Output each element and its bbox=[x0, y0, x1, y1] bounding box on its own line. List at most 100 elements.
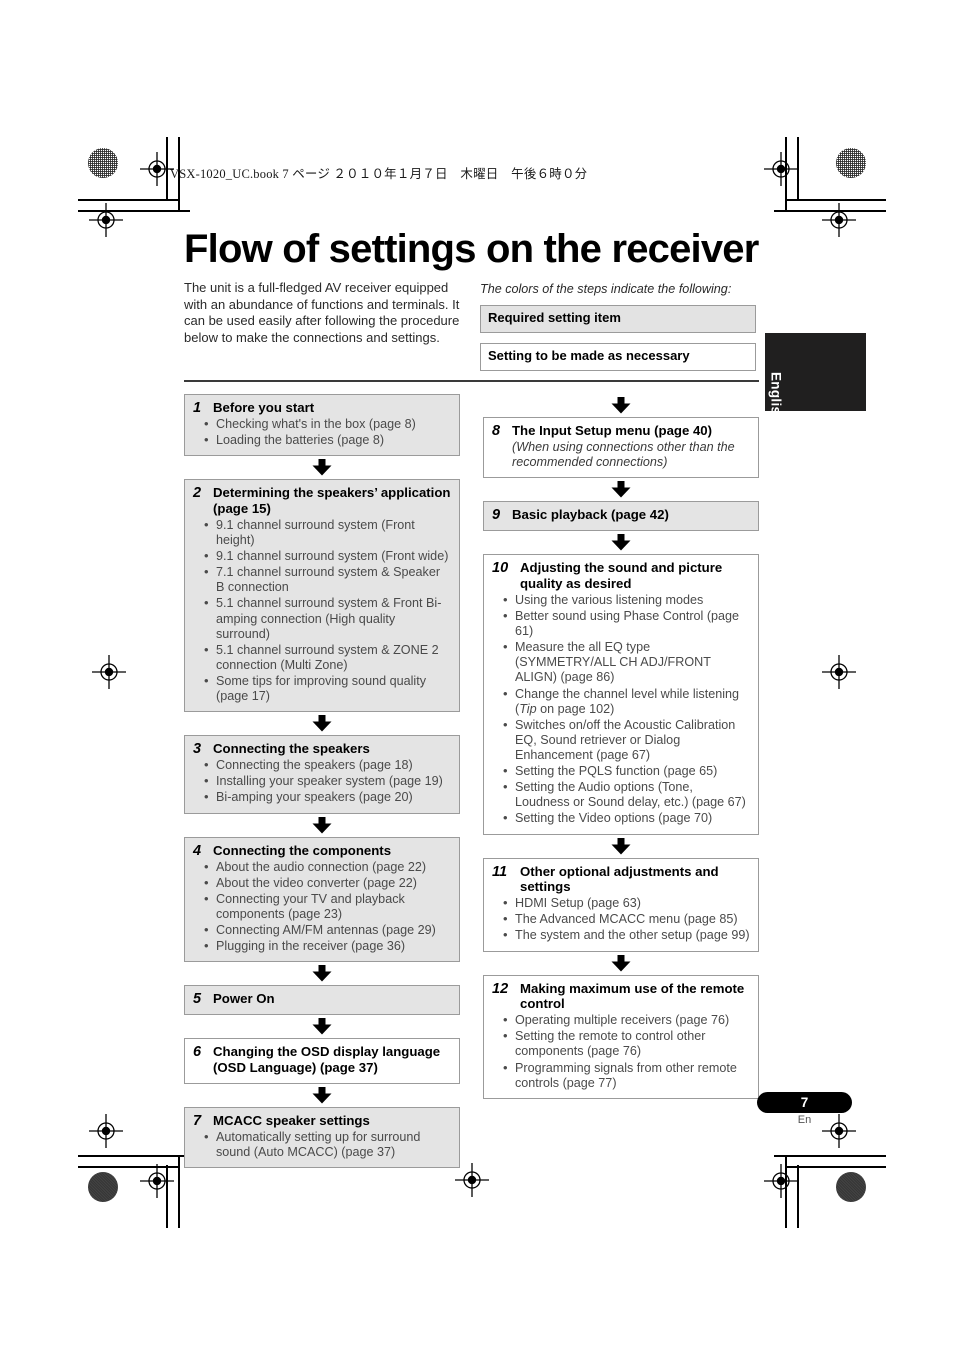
arrow-down-icon bbox=[312, 816, 332, 834]
crop-mark-bottom-left-h1 bbox=[78, 1155, 190, 1157]
step-header: 4 Connecting the components bbox=[193, 843, 451, 859]
crop-mark-bottom-right-h1 bbox=[774, 1155, 886, 1157]
crop-mark-top-right-h1 bbox=[786, 199, 886, 201]
flow-arrow-down bbox=[184, 965, 460, 982]
step-list-item: About the video converter (page 22) bbox=[203, 875, 451, 891]
halftone-patch-bottom-left bbox=[88, 1172, 118, 1202]
section-divider-rule bbox=[184, 380, 759, 382]
step-list-item: Switches on/off the Acoustic Calibration… bbox=[502, 717, 750, 763]
step-list-item: Setting the Audio options (Tone, Loudnes… bbox=[502, 779, 750, 810]
flow-arrow-down bbox=[483, 534, 759, 551]
step-item-list: HDMI Setup (page 63)The Advanced MCACC m… bbox=[492, 895, 750, 943]
step-title: Before you start bbox=[213, 400, 315, 415]
step-item-list: 9.1 channel surround system (Front heigh… bbox=[193, 517, 451, 704]
step-list-item: Better sound using Phase Control (page 6… bbox=[502, 608, 750, 639]
step-title: Connecting the speakers bbox=[213, 741, 370, 757]
step-title: Basic playback (page 42) bbox=[512, 507, 669, 523]
page-language-code: En bbox=[797, 1114, 812, 1126]
halftone-patch-bottom-right bbox=[836, 1172, 866, 1202]
step-list-item: Loading the batteries (page 8) bbox=[203, 432, 451, 448]
page-content: Flow of settings on the receiver The uni… bbox=[184, 228, 759, 381]
step-header: 2 Determining the speakers’ application (… bbox=[193, 485, 451, 517]
step-list-item: Checking what's in the box (page 8) bbox=[203, 416, 451, 432]
registration-mark-top-right-inner bbox=[822, 203, 856, 237]
step-box-6-changing-the-osd-display-language-osd-langua: 6 Changing the OSD display language (OSD … bbox=[184, 1038, 460, 1084]
step-item-list: About the audio connection (page 22)Abou… bbox=[193, 859, 451, 955]
flow-arrow-down bbox=[483, 837, 759, 855]
step-number: 5 bbox=[193, 991, 202, 1008]
step-item-list: Using the various listening modesBetter … bbox=[492, 592, 750, 827]
language-tab-label: English bbox=[768, 372, 784, 423]
legend-caption: The colors of the steps indicate the fol… bbox=[480, 282, 732, 296]
registration-mark-top-left-inner bbox=[89, 203, 123, 237]
step-list-item: Setting the PQLS function (page 65) bbox=[502, 763, 750, 779]
step-title: Adjusting the sound and picture quality … bbox=[520, 560, 723, 592]
registration-mark-mid-left bbox=[92, 655, 126, 689]
registration-mark-top-right-outer bbox=[764, 152, 798, 186]
halftone-patch-top-right bbox=[836, 148, 866, 178]
registration-mark-mid-right bbox=[822, 655, 856, 689]
legend-required-box: Required setting item bbox=[480, 305, 756, 333]
step-title: Power On bbox=[213, 991, 275, 1007]
step-item-list: Automatically setting up for surround so… bbox=[193, 1129, 451, 1160]
flow-arrow-down bbox=[483, 481, 759, 498]
arrow-down-icon bbox=[312, 715, 332, 732]
flow-arrow-down bbox=[184, 816, 460, 834]
step-header: 7 MCACC speaker settings bbox=[193, 1113, 451, 1129]
registration-mark-bottom-left-inner bbox=[89, 1114, 123, 1148]
step-box-5-power-on: 5 Power On bbox=[184, 985, 460, 1016]
arrow-down-icon bbox=[611, 954, 631, 972]
step-number: 1 bbox=[193, 400, 202, 416]
step-box-3-connecting-the-speakers: 3 Connecting the speakersConnecting the s… bbox=[184, 735, 460, 814]
step-header: 10 Adjusting the sound and picture qualit… bbox=[492, 560, 750, 592]
language-tab: English bbox=[765, 333, 866, 423]
legend: The colors of the steps indicate the fol… bbox=[480, 280, 756, 381]
arrow-down-icon bbox=[611, 397, 631, 414]
step-list-item: Measure the all EQ type (SYMMETRY/ALL CH… bbox=[502, 639, 750, 685]
crop-mark-bottom-left-v2 bbox=[178, 1155, 180, 1228]
step-box-2-determining-the-speakers-application-page-15: 2 Determining the speakers’ application (… bbox=[184, 479, 460, 713]
step-header: 3 Connecting the speakers bbox=[193, 741, 451, 757]
step-list-item: Using the various listening modes bbox=[502, 592, 750, 608]
step-box-9-basic-playback-page-42: 9 Basic playback (page 42) bbox=[483, 501, 759, 532]
arrow-down-icon bbox=[611, 534, 631, 551]
step-list-item: Setting the Video options (page 70) bbox=[502, 810, 750, 826]
step-header: 8 The Input Setup menu (page 40) bbox=[492, 423, 750, 439]
step-list-item: HDMI Setup (page 63) bbox=[502, 895, 750, 911]
step-list-item: Connecting the speakers (page 18) bbox=[203, 757, 451, 773]
step-box-12-making-maximum-use-of-the-remote-control: 12 Making maximum use of the remote contr… bbox=[483, 974, 759, 1099]
step-list-item: 9.1 channel surround system (Front heigh… bbox=[203, 517, 451, 548]
intro-paragraph: The unit is a full-fledged AV receiver e… bbox=[184, 280, 460, 345]
intro-row: The unit is a full-fledged AV receiver e… bbox=[184, 280, 759, 381]
step-title: The Input Setup menu (page 40) bbox=[512, 423, 713, 438]
step-box-11-other-optional-adjustments-and-settings: 11 Other optional adjustments and setting… bbox=[483, 857, 759, 952]
step-number: 11 bbox=[492, 863, 508, 880]
step-list-item: Some tips for improving sound quality (p… bbox=[203, 673, 451, 704]
step-list-item: Change the channel level while listening… bbox=[502, 686, 750, 717]
step-number: 3 bbox=[193, 741, 202, 758]
step-title: Determining the speakers’ application (p… bbox=[213, 485, 451, 517]
registration-mark-bottom-left-outer bbox=[140, 1164, 174, 1198]
step-number: 12 bbox=[492, 980, 509, 997]
registration-mark-bottom-right-outer bbox=[764, 1164, 798, 1198]
step-box-7-mcacc-speaker-settings: 7 MCACC speaker settingsAutomatically set… bbox=[184, 1106, 460, 1169]
step-list-item: Connecting your TV and playback componen… bbox=[203, 891, 451, 922]
step-list-item: Automatically setting up for surround so… bbox=[203, 1129, 451, 1160]
arrow-down-icon bbox=[312, 459, 332, 476]
step-list-item: 5.1 channel surround system & Front Bi-a… bbox=[203, 595, 451, 641]
book-header-text: VSX-1020_UC.book 7 ページ ２０１０年１月７日 木曜日 午後６… bbox=[170, 167, 588, 181]
step-item-list: Connecting the speakers (page 18)Install… bbox=[193, 757, 451, 805]
crop-mark-top-left-h1 bbox=[78, 199, 178, 201]
registration-mark-top-left-outer bbox=[140, 152, 174, 186]
step-item-list: Operating multiple receivers (page 76)Se… bbox=[492, 1012, 750, 1091]
page-title: Flow of settings on the receiver bbox=[184, 227, 759, 271]
step-number: 2 bbox=[193, 485, 202, 502]
step-title: Changing the OSD display language (OSD L… bbox=[213, 1044, 441, 1076]
step-list-item: 5.1 channel surround system & ZONE 2 con… bbox=[203, 642, 451, 673]
step-list-item: Installing your speaker system (page 19) bbox=[203, 773, 451, 789]
flow-arrow-down bbox=[184, 1018, 460, 1035]
step-number: 9 bbox=[492, 507, 501, 524]
step-number: 7 bbox=[193, 1112, 202, 1129]
arrow-down-icon bbox=[312, 1018, 332, 1035]
step-list-item: 7.1 channel surround system & Speaker B … bbox=[203, 564, 451, 595]
